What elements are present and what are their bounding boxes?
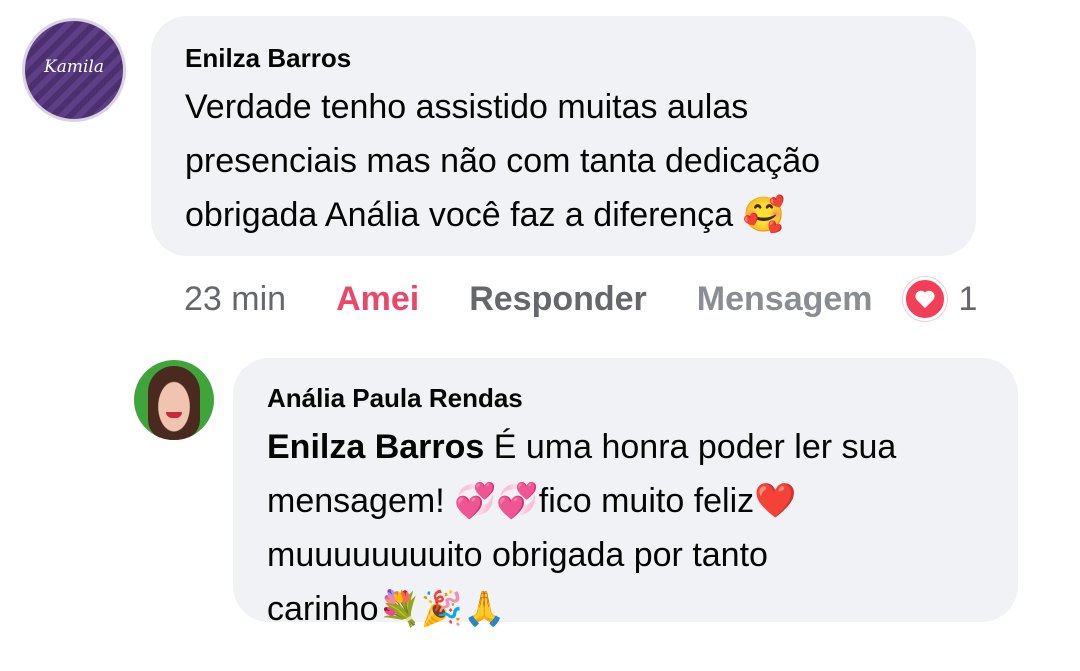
comment-bubble: Enilza Barros Verdade tenho assistido mu… <box>151 16 976 256</box>
heart-shape <box>914 290 935 309</box>
reaction-summary[interactable]: 1 <box>902 277 978 321</box>
comment-author[interactable]: Enilza Barros <box>185 42 942 74</box>
comment-timestamp[interactable]: 23 min <box>184 280 286 319</box>
reply-text: Enilza Barros É uma honra poder ler sua … <box>267 420 984 636</box>
message-button[interactable]: Mensagem <box>697 280 873 319</box>
reply-avatar[interactable] <box>134 360 214 440</box>
love-reaction-button[interactable]: Amei <box>336 280 419 319</box>
avatar[interactable]: Kamila <box>22 18 126 122</box>
avatar-photo <box>148 366 200 440</box>
comment-text: Verdade tenho assistido muitas aulas pre… <box>185 88 821 234</box>
reply-bubble: Anália Paula Rendas Enilza Barros É uma … <box>233 358 1018 628</box>
reply-button[interactable]: Responder <box>469 280 647 319</box>
avatar-logo: Kamila <box>44 57 104 77</box>
mention-link[interactable]: Enilza Barros <box>267 428 484 466</box>
comment-actions: 23 min Amei Responder Mensagem 1 <box>184 276 977 322</box>
reaction-count: 1 <box>958 279 978 318</box>
reply-author[interactable]: Anália Paula Rendas <box>267 382 984 414</box>
heart-icon <box>902 277 947 321</box>
comment-thread: Kamila Enilza Barros Verdade tenho assis… <box>0 0 1080 671</box>
